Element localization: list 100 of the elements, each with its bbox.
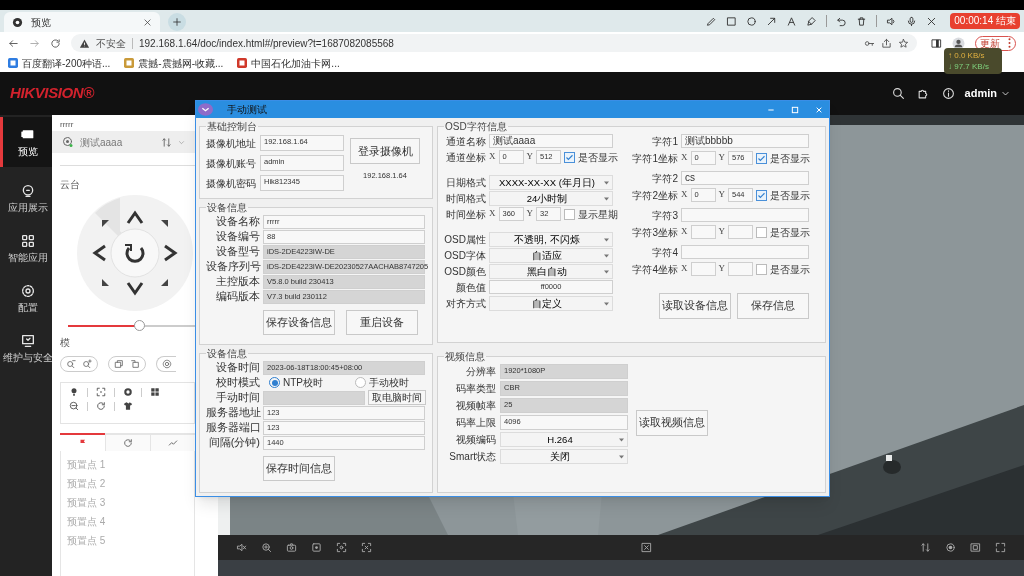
frame-icon[interactable] [970, 542, 981, 553]
radio-button[interactable] [355, 377, 366, 388]
button[interactable]: 取电脑时间 [368, 390, 426, 405]
text-field[interactable]: 测试bbbbb [681, 134, 809, 148]
expand-icon[interactable] [361, 542, 372, 553]
recording-timer[interactable]: 00:00:14 结束 [950, 13, 1020, 29]
letter-a-icon[interactable] [786, 15, 798, 27]
bookmark[interactable]: 震撼-震撼网-收藏... [124, 55, 224, 71]
bookmark[interactable]: 中国石化加油卡网... [237, 55, 340, 71]
channel-row[interactable]: 测试aaaa [52, 131, 195, 153]
address-bar[interactable]: 不安全 192.168.1.64/doc/index.html#/preview?t=1687082085568 [71, 34, 917, 52]
button[interactable]: 保存时间信息 [263, 456, 335, 482]
fullscreen-icon[interactable] [995, 542, 1006, 553]
button[interactable]: 登录摄像机 [350, 138, 420, 164]
target-icon[interactable] [123, 387, 133, 397]
button[interactable]: 保存信息 [737, 293, 809, 319]
arrow-icon[interactable] [766, 15, 778, 27]
speed-slider[interactable] [68, 320, 195, 331]
close-window-icon[interactable] [640, 542, 652, 553]
button[interactable]: 读取设备信息 [659, 293, 731, 319]
text-field[interactable] [681, 245, 809, 259]
back-icon[interactable] [8, 37, 19, 49]
record-dot-icon[interactable] [945, 542, 956, 553]
text-field[interactable]: 测试aaaa [489, 134, 613, 148]
switch-icon[interactable] [920, 542, 931, 553]
star-icon[interactable] [898, 37, 909, 49]
checkbox[interactable] [756, 226, 767, 238]
zoom-in-icon[interactable] [261, 542, 272, 553]
puzzle-icon[interactable] [916, 87, 930, 100]
nav-item[interactable]: 应用展示 [0, 173, 52, 223]
button[interactable]: 读取视频信息 [636, 409, 708, 436]
dropdown[interactable]: 关闭 [500, 449, 628, 464]
square-icon[interactable] [114, 359, 124, 369]
dropdown[interactable]: H.264 [500, 432, 628, 447]
profile-icon[interactable] [952, 36, 965, 50]
dropdown[interactable]: 24小时制 [489, 190, 613, 206]
text-field[interactable] [690, 262, 716, 276]
checkbox[interactable] [564, 151, 575, 163]
reload-icon[interactable] [50, 37, 61, 49]
close-icon[interactable] [815, 105, 823, 114]
circle-icon[interactable] [746, 15, 758, 27]
text-field[interactable] [263, 390, 365, 405]
focus-frame-icon[interactable] [96, 387, 106, 397]
nav-item[interactable]: 预览 [0, 117, 52, 167]
pencil-icon[interactable] [706, 15, 718, 27]
dropdown[interactable]: XXXX-XX-XX (年月日) [489, 174, 613, 190]
nav-item[interactable]: 维护与安全 [0, 323, 52, 373]
down-left-arrow-icon[interactable] [102, 279, 109, 286]
side-panel-icon[interactable] [931, 37, 942, 49]
checkbox[interactable] [756, 152, 767, 164]
user-menu[interactable]: admin [964, 85, 1010, 102]
slider-thumb[interactable] [134, 320, 146, 331]
rotate-icon[interactable] [124, 244, 145, 263]
gear-icon[interactable] [161, 359, 172, 369]
dropdown[interactable]: 自适应 [489, 247, 613, 263]
brush-icon[interactable] [806, 15, 818, 27]
grid-icon[interactable] [150, 387, 160, 397]
down-right-arrow-icon[interactable] [161, 279, 168, 286]
shirt-icon[interactable] [123, 401, 133, 411]
checkbox[interactable] [756, 263, 767, 275]
text-field[interactable] [728, 225, 753, 239]
up-right-arrow-icon[interactable] [161, 220, 168, 227]
mute-icon[interactable] [236, 542, 247, 553]
zoom-out-icon[interactable] [66, 359, 76, 369]
button[interactable]: 重启设备 [346, 310, 418, 335]
ptz-control-pad[interactable] [75, 193, 195, 313]
text-field[interactable]: cs [681, 171, 809, 185]
speaker-icon[interactable] [886, 15, 898, 27]
close-icon[interactable] [143, 17, 152, 27]
microphone-icon[interactable] [906, 15, 918, 27]
square-icon[interactable] [726, 15, 738, 27]
up-left-arrow-icon[interactable] [102, 220, 109, 227]
undo-icon[interactable] [836, 15, 848, 27]
close-icon[interactable] [926, 15, 938, 27]
nav-item[interactable]: 智能应用 [0, 223, 52, 273]
info-icon[interactable] [941, 87, 955, 100]
focus-frame-icon[interactable] [336, 542, 347, 553]
text-field[interactable] [681, 208, 809, 222]
text-field[interactable] [690, 225, 716, 239]
refresh-icon[interactable] [96, 401, 106, 411]
camera-icon[interactable] [286, 542, 297, 553]
bookmark[interactable]: 百度翻译-200种语... [8, 55, 111, 71]
share-icon[interactable] [881, 37, 892, 49]
checkbox[interactable] [564, 208, 575, 220]
zoom-out-icon[interactable] [69, 401, 79, 411]
search-icon[interactable] [891, 87, 905, 100]
trash-icon[interactable] [856, 15, 868, 27]
zoom-in-icon[interactable] [82, 359, 92, 369]
bulb-icon[interactable] [69, 387, 79, 397]
nav-item[interactable]: 配置 [0, 273, 52, 323]
dropdown[interactable]: 自定义 [489, 295, 613, 311]
text-field[interactable] [728, 262, 753, 276]
button[interactable]: 保存设备信息 [263, 310, 335, 335]
dropdown[interactable]: 不透明, 不闪烁 [489, 231, 613, 247]
browser-tab[interactable]: 预览 [4, 12, 160, 32]
maximize-icon[interactable] [791, 105, 799, 114]
record-icon[interactable] [311, 542, 322, 553]
checkbox[interactable] [756, 189, 767, 201]
dropdown[interactable]: 黑白自动 [489, 263, 613, 279]
security-label: 不安全 [96, 36, 126, 51]
